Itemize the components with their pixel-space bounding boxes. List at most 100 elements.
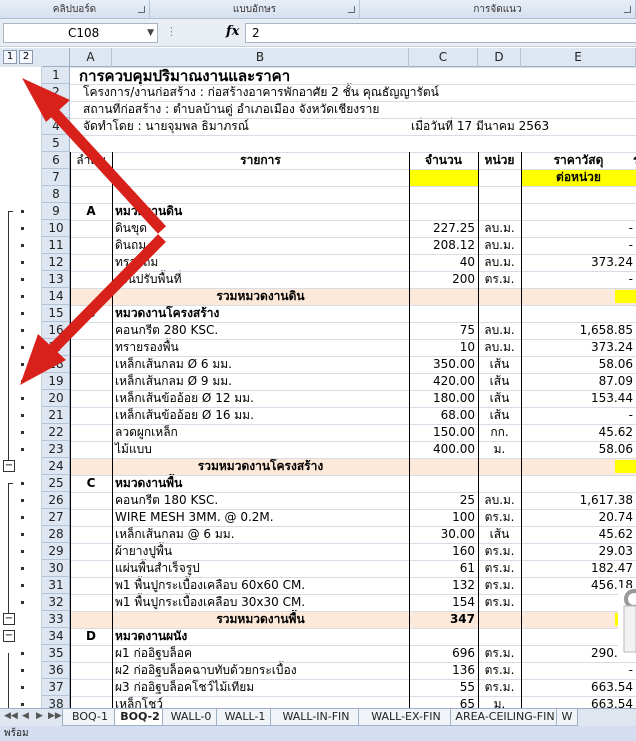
row-header[interactable]: 23 (42, 441, 69, 458)
table-unit[interactable]: ตร.ม. (478, 679, 521, 696)
table-price[interactable]: 20.74 (521, 509, 636, 526)
minus-icon[interactable]: − (3, 613, 15, 625)
row-header[interactable]: 1 (42, 67, 69, 84)
sheet-tab[interactable]: AREA-CEILING-FIN (450, 709, 560, 726)
table-price[interactable]: 663.54 (521, 696, 636, 708)
table-qty[interactable]: 10 (409, 339, 478, 356)
name-box[interactable]: C108 ▼ (3, 23, 158, 43)
table-unit[interactable]: เส้น (478, 373, 521, 390)
table-price[interactable]: 373.24 (521, 254, 636, 271)
table-item[interactable]: ผ1 ก่ออิฐบล็อค (112, 645, 409, 662)
sheet-tab[interactable]: BOQ-1 (62, 709, 118, 726)
row-header[interactable]: 15 (42, 305, 69, 322)
table-section-code[interactable]: D (70, 628, 112, 645)
table-section-title[interactable]: หมวดงานดิน (112, 203, 409, 220)
table-price[interactable]: 29.03 (521, 543, 636, 560)
table-unit[interactable]: ตร.ม. (478, 509, 521, 526)
header-per-unit[interactable]: ต่อหน่วย (521, 169, 636, 186)
table-qty[interactable]: 61 (409, 560, 478, 577)
table-item[interactable]: เหล็กโชว์ (112, 696, 409, 708)
row-header[interactable]: 20 (42, 390, 69, 407)
header-item[interactable]: รายการ (112, 152, 409, 169)
table-qty[interactable]: 68.00 (409, 407, 478, 424)
table-item[interactable]: คอนกรีต 180 KSC. (112, 492, 409, 509)
resize-handle-icon[interactable]: ⋮ (166, 25, 177, 38)
row-header[interactable]: 17 (42, 339, 69, 356)
table-item[interactable]: เหล็กเส้นข้ออ้อย Ø 16 มม. (112, 407, 409, 424)
table-item[interactable]: แผ่นพื้นสำเร็จรูป (112, 560, 409, 577)
table-qty[interactable]: 180.00 (409, 390, 478, 407)
table-unit[interactable]: ตร.ม. (478, 594, 521, 611)
sheet-tab[interactable]: WALL-EX-FIN (358, 709, 454, 726)
column-header-d[interactable]: D (478, 48, 521, 67)
row-header[interactable]: 37 (42, 679, 69, 696)
table-qty[interactable]: 65 (409, 696, 478, 708)
dialog-launcher-icon[interactable] (624, 6, 631, 13)
row-header[interactable]: 11 (42, 237, 69, 254)
table-qty[interactable]: 420.00 (409, 373, 478, 390)
table-unit[interactable]: เส้น (478, 526, 521, 543)
table-qty[interactable]: 55 (409, 679, 478, 696)
table-total-label[interactable]: รวมหมวดงานพื้น (112, 611, 409, 628)
table-qty[interactable]: 25 (409, 492, 478, 509)
table-price[interactable]: - (521, 220, 636, 237)
next-sheet-icon[interactable]: ▶ (36, 711, 43, 721)
table-item[interactable]: ทรายถม (112, 254, 409, 271)
column-header-c[interactable]: C (409, 48, 478, 67)
minus-icon[interactable]: − (3, 460, 15, 472)
table-qty[interactable]: 100 (409, 509, 478, 526)
table-section-title[interactable]: หมวดงานโครงสร้าง (112, 305, 409, 322)
function-icon[interactable]: fx (226, 24, 239, 39)
minus-icon[interactable]: − (3, 630, 15, 642)
table-item[interactable]: พ1 พื้นปูกระเบื้องเคลือบ 60x60 CM. (112, 577, 409, 594)
table-unit[interactable]: ลบ.ม. (478, 237, 521, 254)
row-header[interactable]: 34 (42, 628, 69, 645)
table-unit[interactable]: ม. (478, 441, 521, 458)
row-header[interactable]: 13 (42, 271, 69, 288)
table-item[interactable]: WIRE MESH 3MM. @ 0.2M. (112, 509, 409, 526)
table-section-title[interactable]: หมวดงานพื้น (112, 475, 409, 492)
table-item[interactable]: งานปรับพื้นที่ (112, 271, 409, 288)
table-qty[interactable]: 136 (409, 662, 478, 679)
row-header[interactable]: 16 (42, 322, 69, 339)
table-qty[interactable]: 150.00 (409, 424, 478, 441)
column-header-b[interactable]: B (112, 48, 409, 67)
table-item[interactable]: ดินขุด (112, 220, 409, 237)
table-item[interactable]: เหล็กเส้นกลม Ø 6 มม. (112, 356, 409, 373)
table-item[interactable]: ทรายรองพื้น (112, 339, 409, 356)
table-qty[interactable]: 208.12 (409, 237, 478, 254)
row-header[interactable]: 31 (42, 577, 69, 594)
table-section-code[interactable]: C (70, 475, 112, 492)
table-price[interactable]: - (521, 662, 636, 679)
table-qty[interactable]: 227.25 (409, 220, 478, 237)
row-header[interactable]: 33 (42, 611, 69, 628)
row-header[interactable]: 36 (42, 662, 69, 679)
qty-yellow-cell[interactable] (409, 169, 478, 186)
row-header[interactable]: 27 (42, 509, 69, 526)
table-price[interactable]: 663.54 (521, 679, 636, 696)
table-unit[interactable]: เส้น (478, 390, 521, 407)
column-header-e[interactable]: E (521, 48, 636, 67)
table-unit[interactable]: เส้น (478, 407, 521, 424)
table-price[interactable]: 373.24 (521, 339, 636, 356)
table-qty[interactable]: 350.00 (409, 356, 478, 373)
table-item[interactable]: เหล็กเส้นกลม @ 6 มม. (112, 526, 409, 543)
table-qty[interactable]: 40 (409, 254, 478, 271)
chevron-down-icon[interactable]: ▼ (147, 24, 154, 42)
table-item[interactable]: เหล็กเส้นกลม Ø 9 มม. (112, 373, 409, 390)
row-header[interactable]: 12 (42, 254, 69, 271)
dialog-launcher-icon[interactable] (138, 6, 145, 13)
column-header-a[interactable]: A (70, 48, 112, 67)
table-section-code[interactable]: B (70, 305, 112, 322)
table-price[interactable]: 58.06 (521, 441, 636, 458)
table-price[interactable]: 58.06 (521, 356, 636, 373)
table-price[interactable]: 1,658.85 (521, 322, 636, 339)
table-price[interactable]: 1,617.38 (521, 492, 636, 509)
table-unit[interactable]: ลบ.ม. (478, 322, 521, 339)
row-header[interactable]: 29 (42, 543, 69, 560)
table-unit[interactable]: ลบ.ม. (478, 254, 521, 271)
outline-level-1-button[interactable]: 1 (3, 50, 17, 64)
table-item[interactable]: ผ3 ก่ออิฐบล็อคโชว์ไม้เทียม (112, 679, 409, 696)
sheet-tab[interactable]: W (556, 709, 578, 726)
row-header[interactable]: 4 (42, 118, 69, 135)
